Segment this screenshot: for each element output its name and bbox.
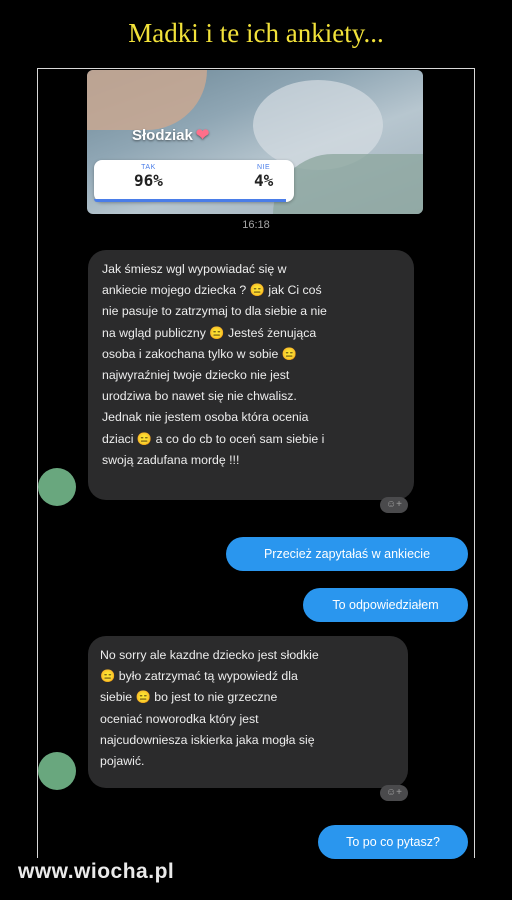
site-watermark: www.wiocha.pl [18, 860, 175, 883]
story-photo-shape [87, 70, 207, 130]
poll-result-bar [94, 199, 286, 202]
message-text: Jak śmiesz wgl wypowiadać się w ankiecie… [102, 262, 327, 467]
poll-widget[interactable]: TAK 96% NIE 4% [94, 160, 294, 202]
poll-option-no[interactable]: NIE 4% [254, 164, 273, 190]
outgoing-message-bubble[interactable]: To odpowiedziałem [303, 588, 468, 622]
outgoing-message-bubble[interactable]: Przecież zapytałaś w ankiecie [226, 537, 468, 571]
sticker-label: Słodziak [132, 127, 193, 144]
add-reaction-icon[interactable]: ☺+ [380, 497, 408, 513]
poll-no-percent: 4% [254, 171, 274, 190]
message-text: No sorry ale kazdne dziecko jest słodkie… [100, 648, 319, 769]
page-title: Madki i te ich ankiety... [128, 18, 384, 48]
poll-yes-label: TAK [141, 164, 156, 171]
heart-icon: ❤ [195, 127, 210, 144]
poll-option-yes[interactable]: TAK 96% [134, 164, 163, 190]
poll-yes-percent: 96% [134, 171, 163, 190]
story-sticker: Słodziak ❤ [132, 125, 209, 145]
message-timestamp: 16:18 [242, 219, 270, 231]
outgoing-message-bubble[interactable]: To po co pytasz? [318, 825, 468, 859]
poll-no-label: NIE [257, 164, 271, 171]
avatar[interactable] [38, 752, 76, 790]
incoming-message-bubble[interactable]: No sorry ale kazdne dziecko jest słodkie… [88, 636, 408, 788]
story-preview[interactable]: Słodziak ❤ TAK 96% NIE 4% [87, 70, 423, 214]
incoming-message-bubble[interactable]: Jak śmiesz wgl wypowiadać się w ankiecie… [88, 250, 414, 500]
add-reaction-icon[interactable]: ☺+ [380, 785, 408, 801]
avatar[interactable] [38, 468, 76, 506]
